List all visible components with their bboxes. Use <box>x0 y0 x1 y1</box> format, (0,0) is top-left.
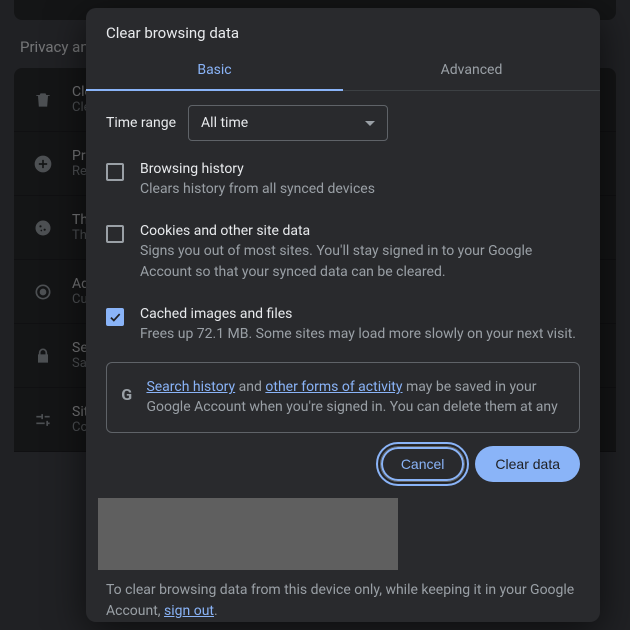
plus-circle-icon <box>32 153 54 175</box>
link-other-activity[interactable]: other forms of activity <box>265 379 402 395</box>
check-icon <box>108 310 122 324</box>
checkbox-cache[interactable] <box>106 308 124 326</box>
option-cookies: Cookies and other site data Signs you ou… <box>106 215 580 298</box>
clear-data-button[interactable]: Clear data <box>475 446 580 482</box>
lock-icon <box>32 345 54 367</box>
option-title: Browsing history <box>140 161 375 177</box>
checkbox-cookies[interactable] <box>106 225 124 243</box>
footer-note: To clear browsing data from this device … <box>106 570 580 622</box>
dialog-tabs: Basic Advanced <box>86 52 600 91</box>
sliders-icon <box>32 409 54 431</box>
link-search-history[interactable]: Search history <box>146 379 235 395</box>
google-account-info: G Search history and other forms of acti… <box>106 362 580 433</box>
option-browsing-history: Browsing history Clears history from all… <box>106 153 580 215</box>
option-cache: Cached images and files Frees up 72.1 MB… <box>106 298 580 360</box>
dialog-body-scroll[interactable]: Time range All time Browsing history Cle… <box>86 91 600 434</box>
placeholder-block <box>98 498 398 570</box>
tab-basic[interactable]: Basic <box>86 52 343 90</box>
time-range-value: All time <box>201 115 248 131</box>
link-sign-out[interactable]: sign out <box>164 603 214 619</box>
target-icon <box>32 281 54 303</box>
dialog-title: Clear browsing data <box>86 8 600 52</box>
option-desc: Clears history from all synced devices <box>140 179 375 199</box>
tab-advanced[interactable]: Advanced <box>343 52 600 90</box>
checkbox-browsing-history[interactable] <box>106 163 124 181</box>
option-title: Cached images and files <box>140 306 576 322</box>
dialog-buttons: Cancel Clear data <box>86 434 600 488</box>
chevron-down-icon <box>365 121 375 126</box>
info-text: Search history and other forms of activi… <box>146 377 565 418</box>
cookie-icon <box>32 217 54 239</box>
option-desc: Frees up 72.1 MB. Some sites may load mo… <box>140 324 576 344</box>
google-icon: G <box>121 383 132 405</box>
option-desc: Signs you out of most sites. You'll stay… <box>140 241 580 282</box>
time-range-label: Time range <box>106 115 176 131</box>
time-range-select[interactable]: All time <box>188 105 388 141</box>
clear-browsing-data-dialog: Clear browsing data Basic Advanced Time … <box>86 8 600 622</box>
cancel-button[interactable]: Cancel <box>380 446 466 482</box>
trash-icon <box>32 89 54 111</box>
option-title: Cookies and other site data <box>140 223 580 239</box>
